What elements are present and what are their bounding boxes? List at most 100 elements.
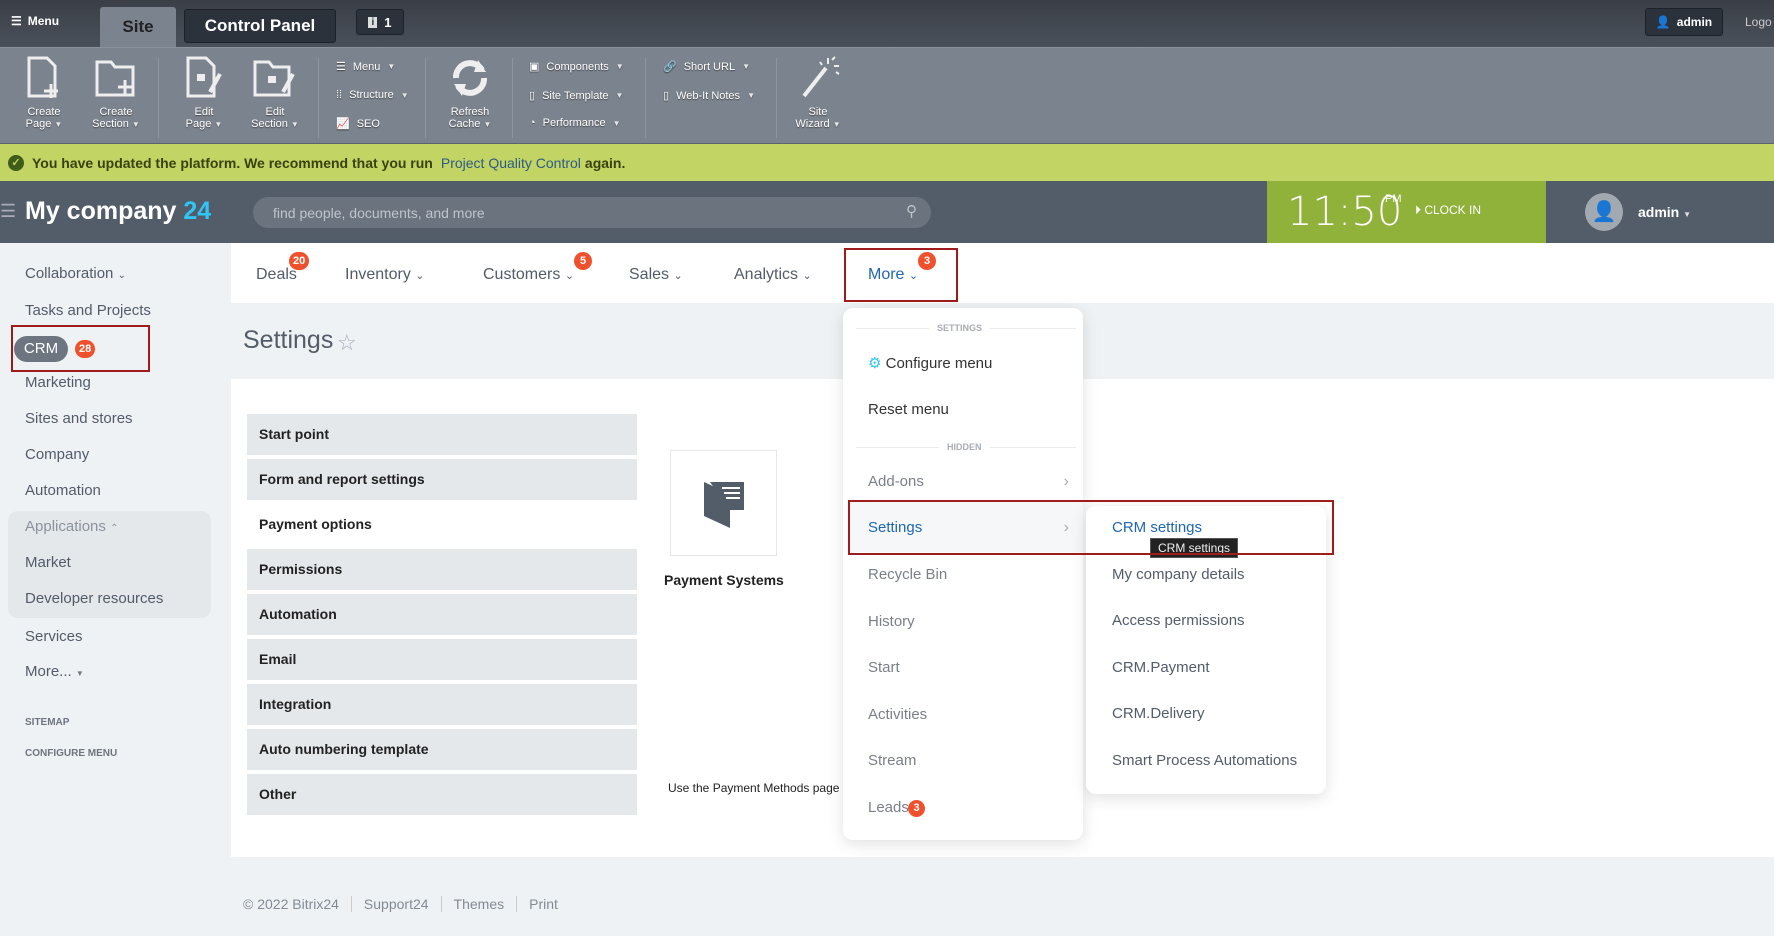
tab-site[interactable]: Site [100,7,176,47]
highlight-box [844,248,958,302]
notifications-button[interactable]: i1 [356,9,404,35]
tab-analytics[interactable]: Analytics ⌄ [734,266,812,284]
settings-list-item[interactable]: Permissions [247,549,637,590]
settings-list-item[interactable]: Automation [247,594,637,635]
more-menu-popup: SETTINGS ⚙ Configure menu Reset menu HID… [843,308,1083,840]
components-dropdown[interactable]: ▣ Components ▼ [529,60,624,74]
tab-inventory[interactable]: Inventory ⌄ [345,266,424,284]
menu-item-recycle-bin[interactable]: Recycle Bin [868,566,947,583]
info-icon: i [368,16,378,28]
clock-widget[interactable]: 11:50 PM ⏵ CLOCK IN [1267,181,1546,243]
settings-list-item[interactable]: Payment options [247,504,637,545]
tab-sales[interactable]: Sales ⌄ [629,266,683,284]
settings-list-item[interactable]: Email [247,639,637,680]
web-it-notes-dropdown[interactable]: ▯ Web-It Notes ▼ [663,89,755,103]
user-icon: 👤 [1655,15,1671,29]
structure-dropdown[interactable]: ⁞⁞ Structure ▼ [336,89,409,101]
menu-item-addons[interactable]: Add-ons [868,473,924,490]
payment-systems-icon [704,482,744,528]
create-page-button[interactable]: Create Page ▼ [10,56,78,131]
clock-in-button[interactable]: ⏵ CLOCK IN [1415,203,1481,218]
submenu-access-permissions[interactable]: Access permissions [1112,612,1245,629]
admin-user-button[interactable]: 👤 admin [1645,8,1723,36]
sidebar-item-market[interactable]: Market [25,554,71,571]
menu-button[interactable]: ☰ Menu [11,14,59,28]
payment-systems-label[interactable]: Payment Systems [664,572,784,588]
terminal-icon: ▣ [529,61,540,73]
settings-list-item[interactable]: Integration [247,684,637,725]
edit-page-icon [186,56,222,98]
menu-item-start[interactable]: Start [868,659,900,676]
sidebar-item-applications[interactable]: Applications ⌃ [25,518,118,535]
menu-item-activities[interactable]: Activities [868,706,927,723]
highlight-box [11,325,150,372]
chevron-right-icon: › [1063,473,1069,490]
logout-link[interactable]: Logo [1745,15,1772,29]
highlight-box [848,500,1334,555]
star-icon[interactable]: ☆ [337,330,357,356]
edit-section-button[interactable]: Edit Section ▼ [241,56,309,131]
admin-bar: ☰ Menu Site Control Panel i1 👤 admin Logo [0,0,1774,47]
create-section-icon [95,60,135,97]
logo[interactable]: My company 24 [25,197,211,226]
edit-page-button[interactable]: Edit Page ▼ [170,56,238,131]
avatar[interactable]: 👤 [1585,193,1623,231]
sidebar-item-company[interactable]: Company [25,446,89,463]
menu-item-leads[interactable]: Leads [868,799,909,816]
user-menu[interactable]: admin ▼ [1638,204,1691,220]
create-page-icon [27,56,58,98]
tab-control-panel[interactable]: Control Panel [184,9,336,43]
configure-menu-item[interactable]: ⚙ Configure menu [868,354,992,372]
sidebar-item-marketing[interactable]: Marketing [25,374,91,391]
search-input[interactable]: find people, documents, and more ⚲ [253,197,931,228]
gauge-icon: ◔ [529,117,536,129]
submenu-company-details[interactable]: My company details [1112,566,1245,583]
menu-dropdown[interactable]: ☰ Menu ▼ [336,60,395,74]
refresh-cache-button[interactable]: Refresh Cache ▼ [436,56,504,131]
sidebar-item-services[interactable]: Services [25,628,83,645]
menu-item-stream[interactable]: Stream [868,752,916,769]
project-quality-control-link[interactable]: Project Quality Control [441,155,581,171]
sidebar-toggle-icon[interactable]: ☰ [0,201,16,222]
performance-dropdown[interactable]: ◔ Performance ▼ [529,117,621,129]
search-icon[interactable]: ⚲ [906,202,917,220]
site-template-dropdown[interactable]: ▯ Site Template ▼ [529,89,623,103]
hamburger-icon: ☰ [11,14,22,28]
sidebar-item-tasks[interactable]: Tasks and Projects [25,302,151,319]
update-notice: ✓ You have updated the platform. We reco… [0,144,1774,181]
sitemap-link[interactable]: SITEMAP [25,717,69,728]
submenu-crm-payment[interactable]: CRM.Payment [1112,659,1210,676]
edit-section-icon [253,60,295,97]
payment-systems-tile[interactable] [670,450,777,556]
settings-list-item[interactable]: Start point [247,414,637,455]
tab-deals[interactable]: Deals [256,266,297,284]
settings-list-item[interactable]: Other [247,774,637,815]
check-circle-icon: ✓ [8,154,24,171]
sidebar-item-developer[interactable]: Developer resources [25,590,163,607]
structure-icon: ⁞⁞ [336,89,343,101]
footer-link-support[interactable]: Support24 [350,896,429,912]
settings-list-item[interactable]: Auto numbering template [247,729,637,770]
refresh-icon [453,60,487,96]
seo-button[interactable]: 📈 SEO [336,117,380,131]
submenu-smart-process[interactable]: Smart Process Automations [1112,752,1297,769]
leads-badge: 3 [908,800,925,817]
configure-menu-link[interactable]: CONFIGURE MENU [25,748,117,759]
sidebar-item-more[interactable]: More... ▼ [25,663,84,680]
short-url-dropdown[interactable]: 🔗 Short URL ▼ [663,60,750,74]
submenu-crm-delivery[interactable]: CRM.Delivery [1112,705,1205,722]
sidebar-item-sites[interactable]: Sites and stores [25,410,133,427]
footer-link-print[interactable]: Print [516,896,558,912]
menu-item-history[interactable]: History [868,613,915,630]
reset-menu-item[interactable]: Reset menu [868,401,949,418]
tab-customers[interactable]: Customers ⌄ [483,266,574,284]
create-section-button[interactable]: Create Section ▼ [82,56,150,131]
clipboard-icon: ▯ [529,90,536,102]
site-wizard-button[interactable]: Site Wizard ▼ [784,56,852,131]
page-title: Settings [243,326,334,354]
sidebar-item-automation[interactable]: Automation [25,482,101,499]
footer-link-themes[interactable]: Themes [440,896,504,912]
settings-list-item[interactable]: Form and report settings [247,459,637,500]
sidebar-item-collaboration[interactable]: Collaboration ⌄ [25,265,126,282]
note-icon: ▯ [663,90,670,102]
